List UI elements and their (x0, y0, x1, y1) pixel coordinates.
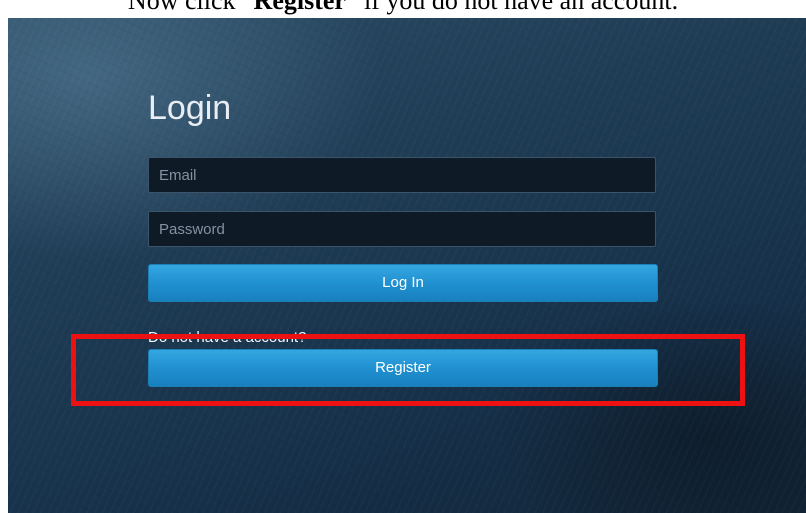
password-field[interactable] (148, 211, 656, 247)
instruction-emphasis: Register (253, 0, 346, 15)
login-screen: Login Log In Do not have a account? Regi… (8, 18, 806, 513)
no-account-text: Do not have a account? (148, 329, 307, 346)
page-title: Login (148, 89, 232, 127)
instruction-caption: Now click “Register” if you do not have … (0, 0, 806, 16)
login-button[interactable]: Log In (148, 264, 658, 302)
instruction-suffix: ” if you do not have an account. (345, 0, 679, 15)
page: Now click “Register” if you do not have … (0, 0, 806, 513)
register-button[interactable]: Register (148, 349, 658, 387)
email-field[interactable] (148, 157, 656, 193)
instruction-prefix: Now click “ (127, 0, 254, 15)
